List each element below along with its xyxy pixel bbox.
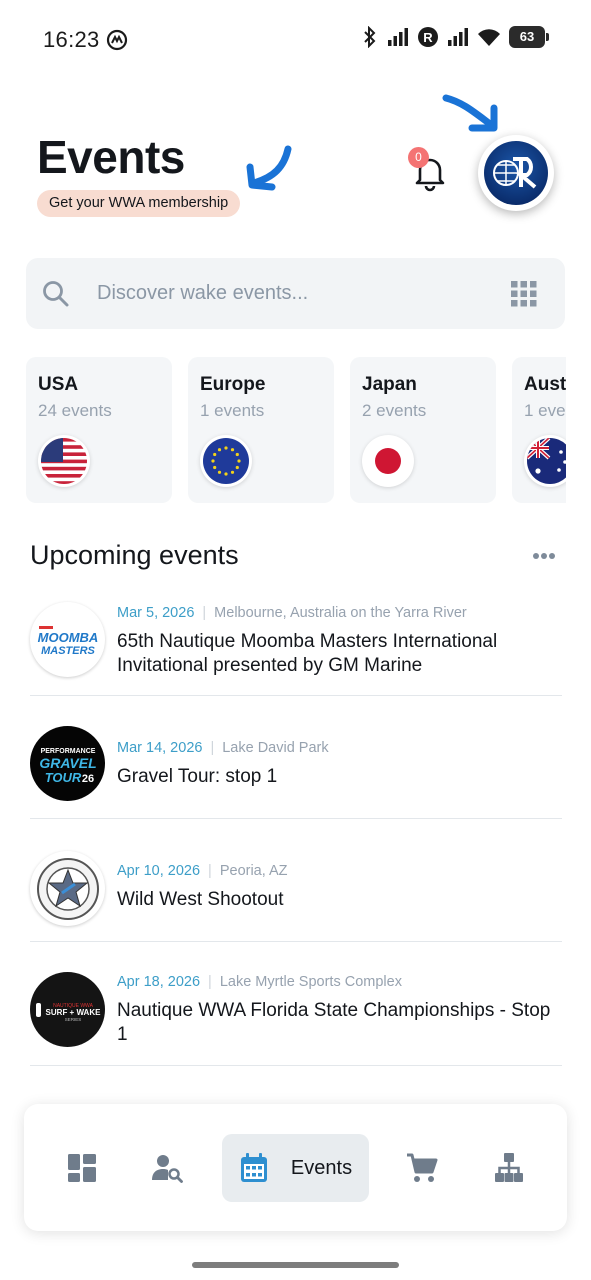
annotation-arrow-icon [442,94,498,132]
moomba-masters-logo-icon: MOOMBA MASTERS [30,602,105,677]
region-card-europe[interactable]: Europe 1 events [188,357,334,503]
wild-west-logo-icon [30,851,105,926]
svg-text:TOUR: TOUR [44,770,81,785]
event-title: 65th Nautique Moomba Masters Internation… [117,631,498,676]
svg-text:SERIES: SERIES [64,1017,81,1022]
signal-icon [448,28,468,46]
avatar[interactable] [478,135,554,211]
region-card-australia[interactable]: Australia 1 events [512,357,566,503]
svg-text:MASTERS: MASTERS [41,645,95,657]
status-bar: 16:23 R 63 [0,0,591,80]
region-count: 2 events [362,401,427,420]
nav-events-label: Events [290,1156,353,1179]
event-title: Wild West Shootout [117,889,284,910]
roaming-icon: R [418,27,438,47]
nav-shop[interactable] [390,1134,454,1202]
meta-separator: | [208,974,212,990]
event-meta: Apr 10, 2026 | Peoria, AZ [117,863,288,879]
home-indicator[interactable] [192,1262,399,1268]
bottom-navigation: Events [24,1104,567,1231]
event-title: Nautique WWA Florida State Championships… [117,1000,551,1045]
eu-flag-icon [200,435,252,487]
section-title: Upcoming events [30,540,239,570]
nav-organization[interactable] [477,1134,541,1202]
event-location: Lake David Park [222,740,329,756]
grid-view-icon[interactable] [511,281,537,307]
wwa-logo-icon [484,141,548,205]
gravel-tour-logo-icon: PERFORMANCE GRAVEL TOUR 26 [30,726,105,801]
region-name: USA [38,374,79,395]
svg-text:26: 26 [81,773,93,785]
meta-separator: | [208,863,212,879]
region-name: Europe [200,374,266,395]
sitemap-icon [495,1153,523,1182]
event-row[interactable]: NAUTIQUE WWA SURF + WAKE SERIES Apr 18, … [30,942,562,1066]
region-carousel[interactable]: USA 24 events Europe 1 events Japan 2 ev… [26,357,566,503]
page-title: Events [37,131,185,183]
svg-text:R: R [423,30,433,45]
app-notification-icon [106,29,128,51]
surf-wake-logo-icon: NAUTIQUE WWA SURF + WAKE SERIES [30,972,105,1047]
more-options-icon[interactable] [532,552,556,560]
membership-button[interactable]: Get your WWA membership [37,190,241,217]
annotation-arrow-icon [246,145,292,191]
bluetooth-icon [364,26,376,48]
svg-text:GRAVEL: GRAVEL [39,755,96,771]
region-count: 1 events [524,401,566,420]
australia-flag-icon [524,435,566,487]
meta-separator: | [210,740,215,756]
search-input[interactable] [97,258,477,329]
svg-text:PERFORMANCE: PERFORMANCE [40,748,95,755]
nav-people-search[interactable] [136,1134,200,1202]
meta-separator: | [202,605,207,621]
dashboard-icon [68,1154,96,1182]
notification-count-badge: 0 [408,147,429,168]
search-user-icon [152,1155,183,1183]
event-row[interactable]: Apr 10, 2026 | Peoria, AZ Wild West Shooto… [30,819,562,942]
region-card-japan[interactable]: Japan 2 events [350,357,496,503]
event-location: Lake Myrtle Sports Complex [219,974,402,990]
region-count: 1 events [200,401,265,420]
event-row[interactable]: MOOMBA MASTERS Mar 5, 2026 | Melbourne, Au… [30,596,562,696]
event-row[interactable]: PERFORMANCE GRAVEL TOUR 26 Mar 14, 2026 |… [30,696,562,819]
event-date: Mar 14, 2026 [117,740,203,756]
japan-flag-icon [362,435,414,487]
event-meta: Mar 5, 2026 | Melbourne, Australia on the … [117,605,467,621]
battery-icon: 63 [509,26,549,48]
event-meta: Mar 14, 2026 | Lake David Park [117,740,329,756]
event-date: Apr 10, 2026 [117,863,201,879]
cart-icon [407,1153,438,1182]
event-title: Gravel Tour: stop 1 [117,766,278,787]
event-date: Mar 5, 2026 [117,605,195,621]
region-name: Japan [362,374,417,395]
region-card-usa[interactable]: USA 24 events [26,357,172,503]
nav-events[interactable]: Events [222,1134,369,1202]
svg-text:MOOMBA: MOOMBA [37,630,98,645]
signal-icon [388,28,408,46]
nav-dashboard[interactable] [50,1134,114,1202]
event-date: Apr 18, 2026 [117,974,201,990]
region-name: Australia [524,374,566,395]
svg-text:SURF + WAKE: SURF + WAKE [45,1008,101,1017]
region-count: 24 events [38,401,112,420]
status-icons: R 63 [361,26,549,48]
search-icon [43,281,69,307]
status-time: 16:23 [43,27,100,52]
event-location: Melbourne, Australia on the Yarra River [214,605,467,621]
wifi-icon [478,29,500,46]
calendar-icon [240,1153,267,1182]
event-meta: Apr 18, 2026 | Lake Myrtle Sports Complex [117,974,402,990]
us-flag-icon [38,435,90,487]
event-location: Peoria, AZ [219,863,288,879]
